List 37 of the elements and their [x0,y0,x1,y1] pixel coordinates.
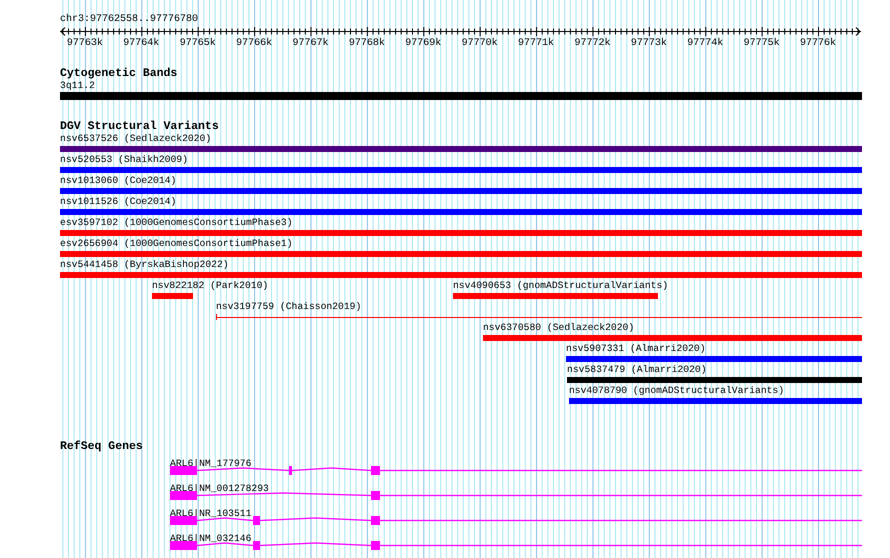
variant-label: nsv5837479 (Almarri2020) [567,364,707,376]
transcript-label: ARL6|NM_177976 [170,458,252,469]
tick-label: 97771k [518,38,554,48]
variant-label: nsv4078790 (gnomADStructuralVariants) [568,385,784,397]
tick-label: 97772k [574,38,610,48]
tick-label: 97764k [123,38,160,48]
variant-label: nsv5907331 (Almarri2020) [566,343,706,355]
variant-label: nsv6370580 (Sedlazeck2020) [482,322,634,334]
transcript-label: ARL6|NM_001278293 [170,483,269,494]
tick-label: 97774k [687,38,724,48]
tick-label: 97768k [348,38,385,48]
band-label: 3q11.2 [60,80,95,92]
tick-label: 97765k [180,38,216,48]
tick-label: 97773k [630,38,667,48]
variant-label: nsv3197759 (Chaisson2019) [216,301,362,313]
variant-label: nsv5441458 (ByrskaBishop2022) [60,259,229,271]
tick-label: 97775k [744,38,780,48]
track-title: DGV Structural Variants [60,120,220,133]
tick-label: 97769k [405,38,442,48]
variant-label: nsv520553 (Shaikh2009) [60,154,188,166]
variant-label: nsv6537526 (Sedlazeck2020) [60,133,212,145]
track-title: Cytogenetic Bands [60,67,178,80]
range-label: chr3:97762558..97776780 [60,14,200,26]
tick-label: 97767k [292,38,328,48]
tick-label: 97763k [66,38,103,48]
variant-label: esv3597102 (1000GenomesConsortiumPhase3) [60,217,293,229]
transcript-label: ARL6|NR_103511 [170,508,252,519]
variant-label: esv2656904 (1000GenomesConsortiumPhase1) [60,238,293,250]
variant-label: nsv1011526 (Coe2014) [60,196,176,208]
transcript-label: ARL6|NM_032146 [170,533,252,544]
track-title: RefSeq Genes [60,440,144,453]
variant-label: nsv1013060 (Coe2014) [60,175,176,187]
variant-label: nsv822182 (Park2010) [152,280,268,292]
tick-label: 97770k [462,38,498,48]
tick-label: 97776k [800,38,836,48]
tick-label: 97766k [236,38,272,48]
variant-label: nsv4090653 (gnomADStructuralVariants) [452,280,668,292]
